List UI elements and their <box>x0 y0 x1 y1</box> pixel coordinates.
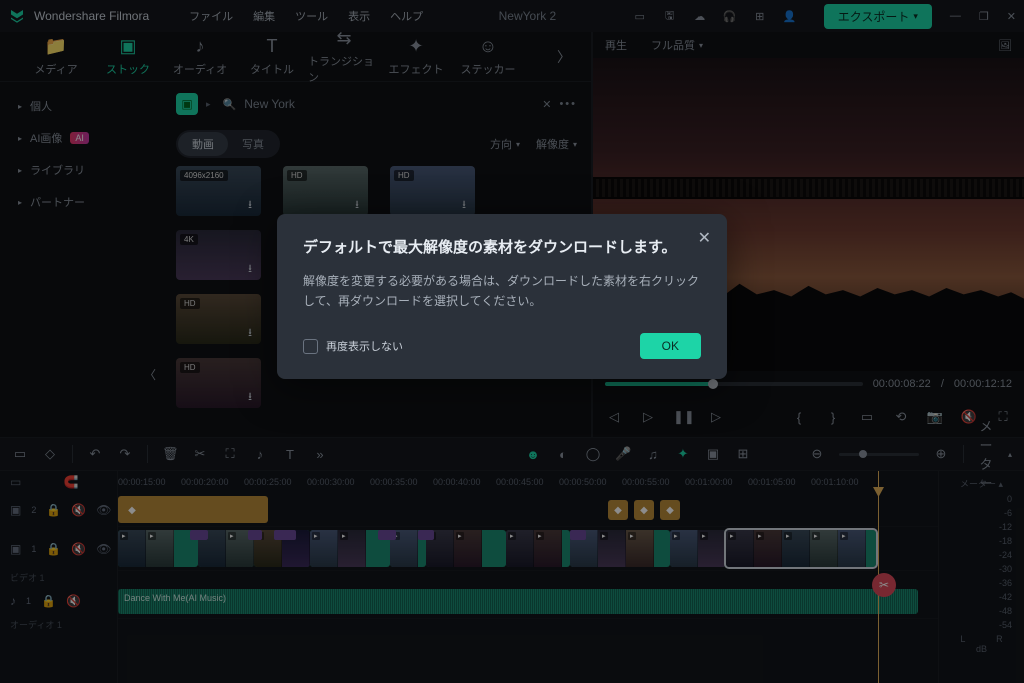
modal-close-icon[interactable]: ✕ <box>698 228 711 248</box>
dont-show-label: 再度表示しない <box>326 338 403 354</box>
dont-show-checkbox[interactable]: 再度表示しない <box>303 338 403 354</box>
modal-body: 解像度を変更する必要がある場合は、ダウンロードした素材を右クリックして、再ダウン… <box>303 271 701 312</box>
modal-ok-button[interactable]: OK <box>640 333 701 359</box>
modal-backdrop: ✕ デフォルトで最大解像度の素材をダウンロードします。 解像度を変更する必要があ… <box>0 0 1024 683</box>
modal-title: デフォルトで最大解像度の素材をダウンロードします。 <box>303 236 701 257</box>
download-resolution-modal: ✕ デフォルトで最大解像度の素材をダウンロードします。 解像度を変更する必要があ… <box>277 214 727 380</box>
